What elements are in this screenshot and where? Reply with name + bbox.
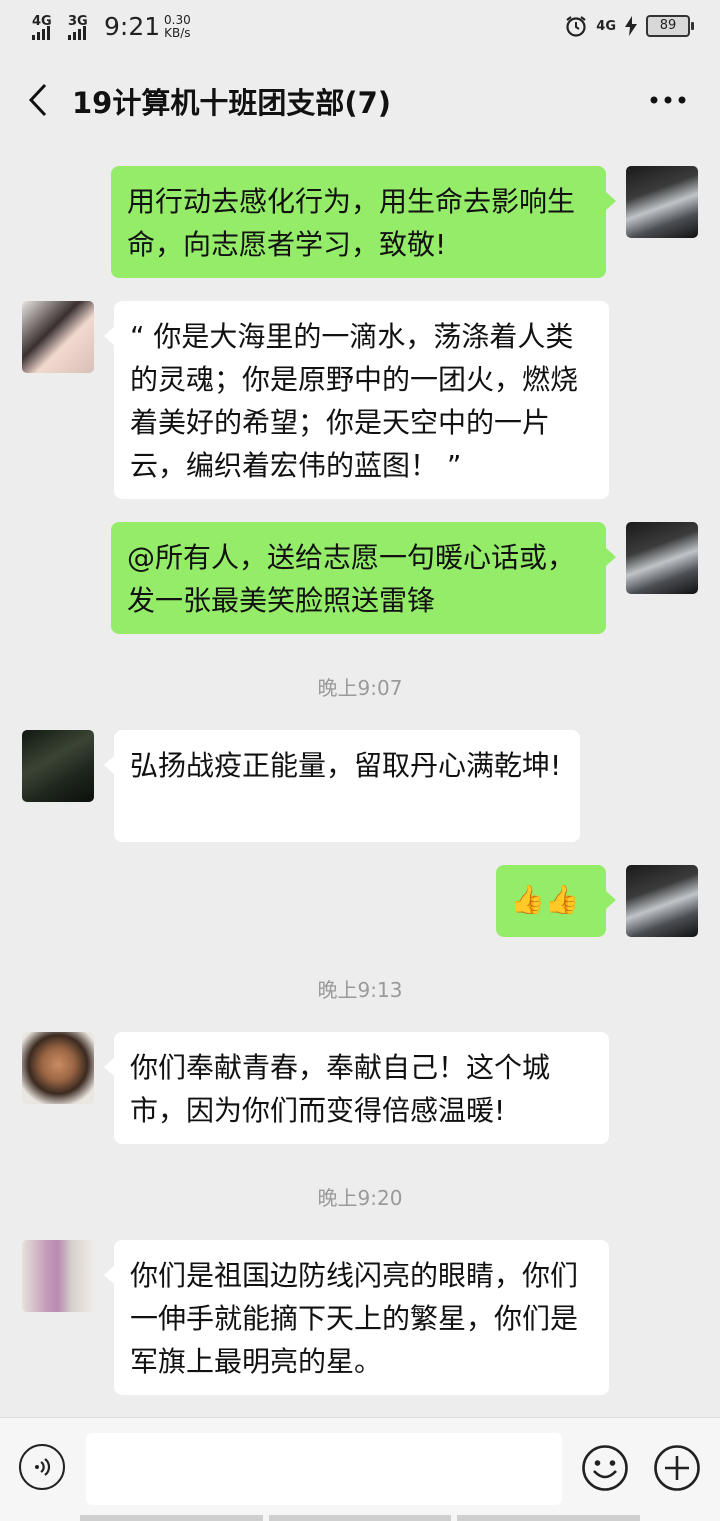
message-bubble[interactable]: 你们奉献青春，奉献自己！这个城市，因为你们而变得倍感温暖! [104,1032,609,1144]
message-bubble[interactable]: 👍👍 [496,865,616,937]
timestamp: 晚上9:07 [317,676,403,700]
status-right: 4G 89 [564,14,694,38]
message-bubble[interactable]: @所有人，送给志愿一句暖心话或，发一张最美笑脸照送雷锋 [111,522,616,634]
voice-button[interactable] [19,1444,65,1490]
voice-icon [35,1458,51,1476]
input-bar [0,1417,720,1521]
status-bar: 4G 3G 9:21 0.30 KB/s 4G 89 [0,0,720,56]
timestamp: 晚上9:20 [317,1186,403,1210]
more-button[interactable] [644,82,692,118]
chat-header: 19计算机十班团支部(7) [0,56,720,144]
timestamp: 晚上9:13 [317,978,403,1002]
message-input[interactable] [86,1433,562,1505]
avatar-self[interactable] [626,166,698,238]
charging-icon [625,16,637,36]
avatar-self[interactable] [626,865,698,937]
avatar-member[interactable] [22,1032,94,1104]
plus-button[interactable] [653,1444,701,1492]
plus-icon [654,1445,700,1491]
chevron-left-icon [28,83,47,117]
emoji-icon [582,1445,628,1491]
alarm-icon [566,16,586,37]
message-bubble[interactable]: 用行动去感化行为，用生命去影响生命，向志愿者学习，致敬! [111,166,616,278]
chat-title: 19计算机十班团支部(7) [72,86,392,120]
network-label-3: 4G [596,18,616,34]
avatar-self[interactable] [626,522,698,594]
signal-icon-1 [32,26,50,40]
message-bubble[interactable]: “ 你是大海里的一滴水，荡涤着人类的灵魂；你是原野中的一团火，燃烧着美好的希望；… [104,301,609,499]
avatar-member[interactable] [22,730,94,802]
message-bubble[interactable]: 你们是祖国边防线闪亮的眼睛，你们一伸手就能摘下天上的繁星，你们是军旗上最明亮的星… [104,1240,609,1395]
more-dots-icon [650,96,686,104]
clock: 9:21 [104,12,161,41]
signal-icon-2 [68,26,86,40]
emoji-button[interactable] [581,1444,629,1492]
avatar-member[interactable] [22,301,94,373]
network-speed: 0.30 KB/s [164,14,191,40]
battery-indicator: 89 [646,15,694,37]
avatar-member[interactable] [22,1240,94,1312]
message-bubble[interactable]: 弘扬战疫正能量，留取丹心满乾坤! [104,730,580,842]
back-button[interactable] [18,78,58,122]
bottom-edge [0,1515,720,1521]
speed-unit: KB/s [164,26,191,40]
